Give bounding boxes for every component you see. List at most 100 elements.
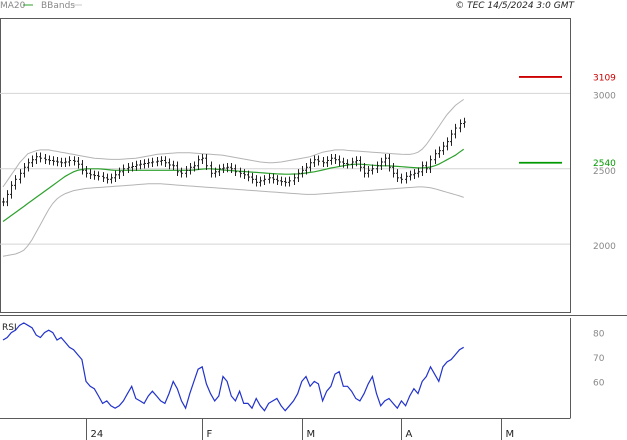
price-bar: [39, 152, 42, 163]
rsi-line: [2, 322, 464, 412]
price-bar: [14, 175, 17, 190]
ma20-line: [2, 148, 465, 222]
price-bar: [255, 175, 258, 187]
price-bar: [454, 123, 457, 139]
price-bar: [27, 158, 30, 172]
price-bar: [429, 155, 432, 173]
price-bar: [52, 156, 55, 166]
price-bar: [459, 119, 462, 133]
price-bar: [409, 170, 412, 181]
price-bar: [380, 157, 383, 170]
resistance-level-label: 3109: [593, 73, 616, 83]
price-bar: [400, 173, 403, 184]
price-bar: [322, 157, 325, 167]
price-bar: [164, 156, 167, 167]
price-bar: [97, 171, 100, 181]
price-bar: [288, 176, 291, 187]
price-bar: [168, 158, 171, 170]
price-bar: [293, 173, 296, 186]
price-bar: [2, 197, 5, 207]
price-bar: [434, 149, 437, 164]
price-bar: [297, 169, 300, 183]
price-bar: [301, 166, 304, 178]
stock-chart: MA20 BBands © TEC 14/5/2024 3:0 GMT 3109…: [0, 1, 627, 440]
price-bar: [197, 155, 200, 170]
legend-label-bbands: BBands: [41, 1, 75, 11]
price-bar: [371, 164, 374, 175]
price-bar: [346, 159, 349, 169]
price-bar: [326, 156, 329, 167]
ma20-polyline: [2, 148, 465, 222]
x-tick-label: 24: [91, 429, 104, 440]
price-bar: [463, 117, 466, 128]
price-bar: [114, 170, 117, 183]
price-bar: [450, 129, 453, 146]
price-bars: [2, 117, 466, 207]
y-axis-labels: 3000 2500 2000: [593, 91, 616, 252]
price-bar: [384, 153, 387, 167]
bollinger-bands: [2, 98, 464, 257]
price-bar: [268, 173, 271, 184]
main-panel-border: [0, 18, 571, 313]
price-bar: [446, 137, 449, 151]
x-tick-label: M: [506, 429, 515, 440]
price-bar: [127, 163, 130, 173]
price-bar: [284, 177, 287, 187]
price-bar: [438, 146, 441, 158]
bband-lower-line: [2, 183, 464, 257]
price-bar: [396, 169, 399, 183]
price-bar: [313, 155, 316, 167]
price-bar: [106, 173, 109, 184]
price-bar: [56, 157, 59, 167]
rsi-tick-label: 70: [593, 354, 605, 364]
price-bar: [276, 175, 279, 186]
price-bar: [110, 173, 113, 184]
price-bar: [251, 172, 254, 184]
price-bar: [10, 181, 13, 199]
price-bar: [89, 169, 92, 180]
price-bar: [143, 159, 146, 169]
price-bar: [222, 163, 225, 173]
price-bar: [81, 160, 84, 175]
x-tick-label: M: [307, 429, 316, 440]
price-bar: [160, 156, 163, 166]
price-bar: [338, 155, 341, 167]
price-bar: [35, 152, 38, 164]
price-bar: [64, 157, 67, 167]
price-bar: [363, 163, 366, 178]
price-bar: [23, 163, 26, 178]
price-bar: [259, 176, 262, 187]
price-bar: [73, 156, 76, 166]
price-bar: [205, 153, 208, 170]
chart-frame: [0, 18, 627, 419]
price-bar: [68, 156, 71, 167]
copyright-text: © TEC 14/5/2024 3:0 GMT: [455, 1, 575, 11]
price-bar: [31, 155, 34, 167]
rsi-tick-label: 80: [593, 330, 605, 340]
price-bar: [60, 157, 63, 167]
price-bar: [156, 157, 159, 167]
price-bar: [151, 157, 154, 167]
price-bar: [280, 176, 283, 186]
price-bar: [77, 157, 80, 169]
price-bar: [6, 190, 9, 207]
price-bar: [442, 141, 445, 155]
price-bar: [330, 153, 333, 165]
price-levels: 31092540: [519, 73, 616, 169]
price-bar: [351, 157, 354, 169]
price-bar: [139, 160, 142, 170]
price-bar: [392, 163, 395, 178]
x-axis: 24 F M A M: [86, 418, 515, 440]
price-bar: [243, 169, 246, 180]
price-bar: [309, 158, 312, 172]
price-bar: [19, 169, 22, 184]
rsi-tick-label: 60: [593, 378, 605, 388]
price-bar: [376, 161, 379, 173]
price-bar: [367, 166, 370, 178]
price-bar: [48, 155, 51, 165]
price-bar: [201, 153, 204, 164]
price-bar: [147, 158, 150, 168]
legend-label-ma20: MA20: [0, 1, 26, 11]
price-bar: [44, 153, 47, 164]
price-bar: [413, 169, 416, 180]
